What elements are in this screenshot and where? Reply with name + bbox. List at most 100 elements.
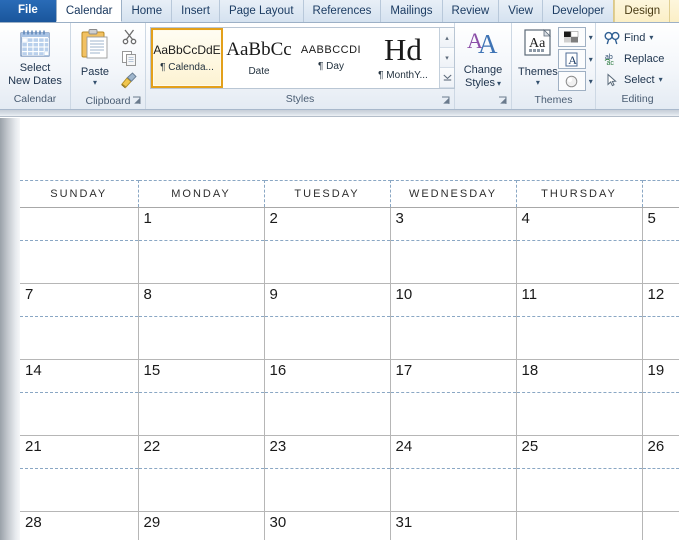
themes-dropdown-arrow[interactable]: ▾: [536, 79, 540, 87]
note-cell[interactable]: [390, 392, 517, 436]
date-cell[interactable]: 29: [138, 511, 265, 540]
date-cell[interactable]: 18: [516, 359, 643, 393]
style-item-monthyear[interactable]: Hd ¶ MonthY...: [367, 28, 439, 88]
theme-colors-dropdown-arrow[interactable]: ▾: [589, 33, 593, 41]
theme-colors-button[interactable]: ▾: [557, 27, 593, 47]
styles-scroll-down-button[interactable]: ▾: [440, 48, 454, 68]
select-new-dates-button[interactable]: Select New Dates: [3, 26, 67, 88]
note-cell[interactable]: [138, 240, 265, 284]
tab-calendar[interactable]: Calendar: [55, 0, 123, 22]
date-cell[interactable]: 23: [264, 435, 391, 469]
tab-page-layout[interactable]: Page Layout: [218, 0, 304, 22]
clipboard-dialog-launcher-icon[interactable]: [131, 96, 142, 107]
find-dropdown-arrow[interactable]: ▾: [649, 34, 653, 42]
themes-button[interactable]: Aa Themes ▾: [518, 26, 558, 87]
paste-dropdown-arrow[interactable]: ▾: [93, 79, 97, 87]
note-cell[interactable]: [516, 392, 643, 436]
tab-view[interactable]: View: [498, 0, 543, 22]
date-cell[interactable]: 22: [138, 435, 265, 469]
style-item-day[interactable]: AABBCCDI ¶ Day: [295, 28, 367, 88]
note-cell[interactable]: [516, 240, 643, 284]
date-cell[interactable]: 26: [642, 435, 679, 469]
note-cell[interactable]: [642, 316, 679, 360]
date-cell[interactable]: 24: [390, 435, 517, 469]
tab-developer[interactable]: Developer: [541, 0, 615, 22]
date-cell[interactable]: 5: [642, 207, 679, 241]
note-cell[interactable]: [264, 316, 391, 360]
note-cell[interactable]: [390, 316, 517, 360]
select-button[interactable]: Select ▾: [602, 69, 663, 90]
tab-design[interactable]: Design: [614, 0, 671, 22]
note-cell[interactable]: [516, 316, 643, 360]
change-styles-button[interactable]: A A Change Styles ▾: [458, 26, 508, 90]
styles-gallery-scrollbar[interactable]: ▴ ▾: [439, 28, 454, 88]
date-cell[interactable]: 11: [516, 283, 643, 317]
change-styles-dialog-launcher-icon[interactable]: [497, 96, 508, 107]
note-cell[interactable]: [642, 392, 679, 436]
theme-fonts-dropdown-arrow[interactable]: ▾: [589, 55, 593, 63]
note-cell[interactable]: [264, 240, 391, 284]
date-cell[interactable]: 31: [390, 511, 517, 540]
date-cell[interactable]: 21: [20, 435, 139, 469]
date-cell[interactable]: 3: [390, 207, 517, 241]
note-cell[interactable]: [138, 316, 265, 360]
find-button[interactable]: Find ▾: [602, 27, 653, 48]
copy-button[interactable]: [116, 50, 142, 72]
date-cell[interactable]: 30: [264, 511, 391, 540]
date-cell[interactable]: 28: [20, 511, 139, 540]
change-styles-dropdown-arrow[interactable]: ▾: [497, 79, 501, 88]
replace-button[interactable]: ab ac Replace: [602, 48, 664, 69]
tab-references[interactable]: References: [302, 0, 382, 22]
note-cell[interactable]: [20, 392, 139, 436]
date-cell[interactable]: [516, 511, 643, 540]
date-cell[interactable]: 19: [642, 359, 679, 393]
theme-effects-dropdown-arrow[interactable]: ▾: [589, 77, 593, 85]
theme-effects-button[interactable]: ▾: [557, 71, 593, 91]
styles-gallery[interactable]: AaBbCcDdE ¶ Calenda... AaBbCс Date AABBC…: [150, 27, 455, 89]
date-cell[interactable]: 15: [138, 359, 265, 393]
date-cell[interactable]: 12: [642, 283, 679, 317]
tab-home[interactable]: Home: [121, 0, 173, 22]
note-cell[interactable]: [642, 468, 679, 512]
calendar-title-area[interactable]: [20, 118, 679, 180]
note-cell[interactable]: [138, 392, 265, 436]
date-cell[interactable]: [642, 511, 679, 540]
tab-review[interactable]: Review: [441, 0, 500, 22]
date-cell[interactable]: 1: [138, 207, 265, 241]
date-cell[interactable]: 9: [264, 283, 391, 317]
paste-button[interactable]: Paste ▾: [74, 26, 116, 87]
document-page[interactable]: SUNDAY MONDAY TUESDAY WEDNESDAY THURSDAY…: [20, 118, 679, 540]
note-cell[interactable]: [264, 392, 391, 436]
date-cell[interactable]: 2: [264, 207, 391, 241]
date-cell[interactable]: 8: [138, 283, 265, 317]
note-cell[interactable]: [138, 468, 265, 512]
format-painter-button[interactable]: [116, 72, 142, 94]
select-dropdown-arrow[interactable]: ▾: [659, 76, 663, 84]
style-item-calendar[interactable]: AaBbCcDdE ¶ Calenda...: [151, 28, 223, 88]
note-cell[interactable]: [264, 468, 391, 512]
note-cell[interactable]: [516, 468, 643, 512]
note-cell[interactable]: [642, 240, 679, 284]
date-cell[interactable]: 16: [264, 359, 391, 393]
styles-more-button[interactable]: [440, 68, 454, 88]
date-cell[interactable]: 4: [516, 207, 643, 241]
tab-file[interactable]: File: [0, 0, 57, 22]
date-cell[interactable]: [20, 207, 139, 241]
theme-fonts-button[interactable]: A ▾: [557, 49, 593, 69]
styles-dialog-launcher-icon[interactable]: [440, 96, 451, 107]
tab-layout[interactable]: Layout: [669, 0, 679, 22]
cut-button[interactable]: [116, 28, 142, 50]
date-cell[interactable]: 10: [390, 283, 517, 317]
tab-insert[interactable]: Insert: [171, 0, 220, 22]
tab-mailings[interactable]: Mailings: [380, 0, 443, 22]
style-item-date[interactable]: AaBbCс Date: [223, 28, 295, 88]
date-cell[interactable]: 7: [20, 283, 139, 317]
note-cell[interactable]: [20, 316, 139, 360]
note-cell[interactable]: [20, 240, 139, 284]
date-cell[interactable]: 14: [20, 359, 139, 393]
date-cell[interactable]: 25: [516, 435, 643, 469]
note-cell[interactable]: [20, 468, 139, 512]
note-cell[interactable]: [390, 240, 517, 284]
styles-scroll-up-button[interactable]: ▴: [440, 28, 454, 48]
date-cell[interactable]: 17: [390, 359, 517, 393]
